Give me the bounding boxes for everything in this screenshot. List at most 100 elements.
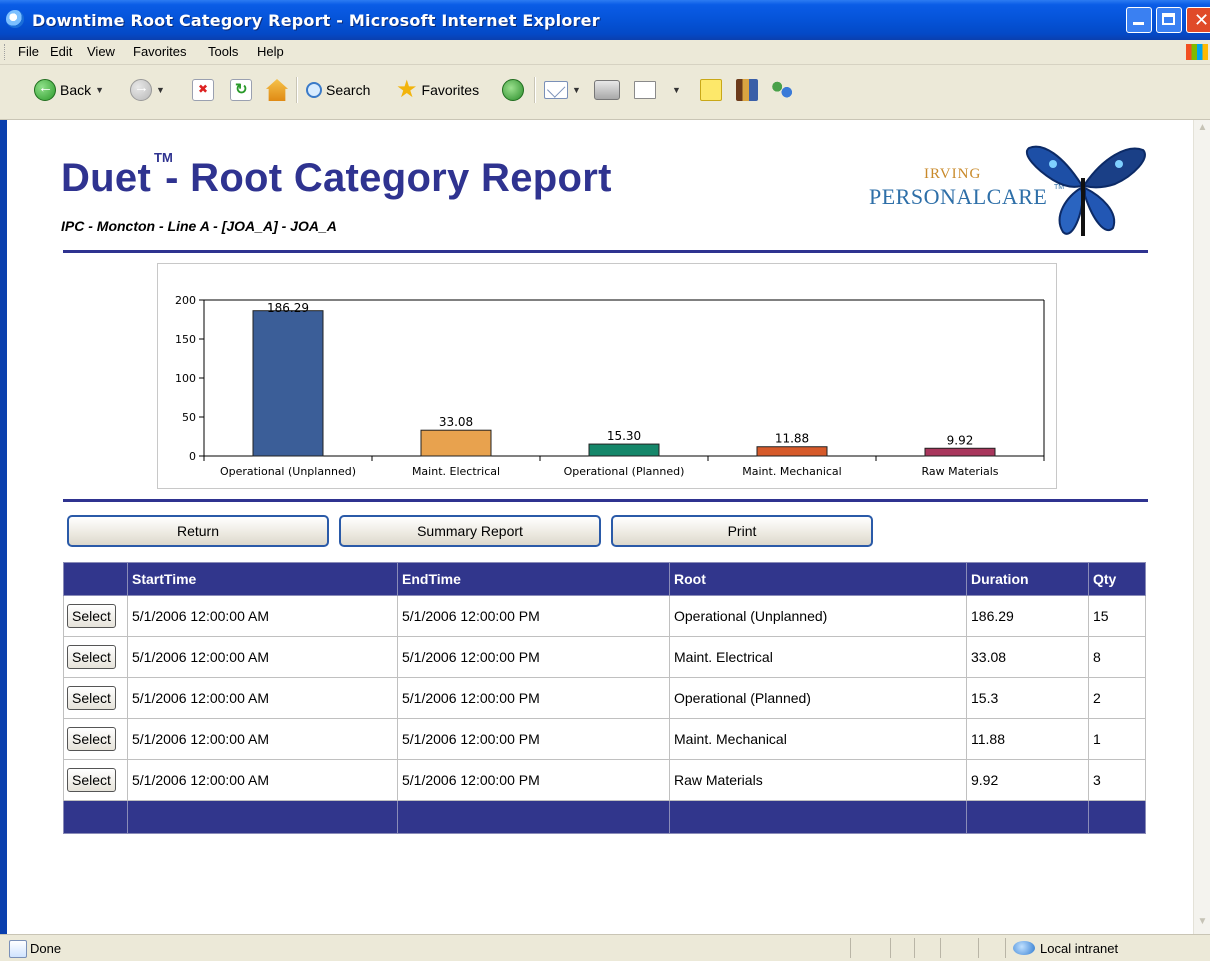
maximize-button[interactable] <box>1156 7 1182 33</box>
forward-button[interactable]: ▼ <box>130 77 165 103</box>
status-pane <box>914 938 915 958</box>
security-zone-label: Local intranet <box>1040 941 1119 956</box>
end-time-cell: 5/1/2006 12:00:00 PM <box>397 595 670 637</box>
refresh-icon <box>230 79 252 101</box>
table-row: Select 5/1/2006 12:00:00 AM 5/1/2006 12:… <box>63 677 1146 719</box>
end-time-cell: 5/1/2006 12:00:00 PM <box>397 677 670 719</box>
home-button[interactable] <box>266 77 288 103</box>
favorites-button[interactable]: ★ Favorites <box>396 77 479 103</box>
bar-value-label: 9.92 <box>947 433 974 447</box>
minimize-icon <box>1133 22 1144 25</box>
windows-logo-icon <box>1186 44 1208 60</box>
menu-bar: File Edit View Favorites Tools Help <box>0 40 1210 65</box>
vertical-scrollbar[interactable]: ▲ ▼ <box>1193 120 1210 934</box>
bar <box>756 446 828 457</box>
y-tick-label: 50 <box>182 411 196 424</box>
select-cell: Select <box>63 677 128 719</box>
notes-button[interactable] <box>700 77 722 103</box>
toolbar: Back ▼ ▼ Search ★ Favorites ▼ ▼ <box>0 65 1210 120</box>
chevron-down-icon[interactable]: ▼ <box>156 85 165 95</box>
return-button[interactable]: Return <box>67 515 329 547</box>
status-pane <box>940 938 941 958</box>
end-time-cell: 5/1/2006 12:00:00 PM <box>397 636 670 678</box>
bar-value-label: 15.30 <box>607 429 641 443</box>
toolbar-separator <box>534 77 536 103</box>
bar <box>924 447 996 457</box>
print-button[interactable]: Print <box>611 515 873 547</box>
start-time-cell: 5/1/2006 12:00:00 AM <box>127 677 398 719</box>
menu-tools[interactable]: Tools <box>208 44 238 59</box>
scroll-up-arrow-icon[interactable]: ▲ <box>1195 122 1210 138</box>
favorites-label: Favorites <box>421 82 480 98</box>
window-left-border <box>0 120 7 934</box>
y-tick-label: 150 <box>175 333 196 346</box>
table-header-row: StartTime EndTime Root Duration Qty <box>63 562 1146 596</box>
start-time-cell: 5/1/2006 12:00:00 AM <box>127 595 398 637</box>
history-button[interactable] <box>502 77 524 103</box>
footer-cell <box>63 800 128 834</box>
x-tick-label: Operational (Planned) <box>564 465 685 478</box>
column-header-endtime[interactable]: EndTime <box>397 562 670 596</box>
status-text: Done <box>30 941 62 956</box>
column-header-duration[interactable]: Duration <box>966 562 1089 596</box>
menu-file[interactable]: File <box>18 44 39 59</box>
root-cell: Operational (Unplanned) <box>669 595 967 637</box>
end-time-cell: 5/1/2006 12:00:00 PM <box>397 718 670 760</box>
duration-cell: 11.88 <box>966 718 1089 760</box>
footer-cell <box>966 800 1089 834</box>
menu-favorites[interactable]: Favorites <box>133 44 186 59</box>
chevron-down-icon[interactable]: ▼ <box>672 85 681 95</box>
bar-chart-svg: 0 50 100 150 200 186.29 Operational (Unplanned… <box>175 294 1045 478</box>
refresh-button[interactable] <box>230 77 252 103</box>
search-icon <box>306 82 322 98</box>
select-button[interactable]: Select <box>67 604 116 628</box>
mail-button[interactable]: ▼ <box>544 77 581 103</box>
star-icon: ★ <box>396 76 418 103</box>
trademark-mark: TM <box>154 150 173 165</box>
chevron-down-icon[interactable]: ▼ <box>95 85 104 95</box>
select-cell: Select <box>63 718 128 760</box>
select-button[interactable]: Select <box>67 686 116 710</box>
column-header-starttime[interactable]: StartTime <box>127 562 398 596</box>
bar <box>252 310 324 457</box>
close-icon: ✕ <box>1194 10 1210 31</box>
messenger-button[interactable] <box>770 77 794 103</box>
bar-value-label: 33.08 <box>439 415 473 429</box>
select-button[interactable]: Select <box>67 768 116 792</box>
scroll-down-arrow-icon[interactable]: ▼ <box>1195 916 1210 932</box>
stop-button[interactable] <box>192 77 214 103</box>
header-divider <box>63 250 1148 253</box>
qty-cell: 15 <box>1088 595 1146 637</box>
column-header-root[interactable]: Root <box>669 562 967 596</box>
start-time-cell: 5/1/2006 12:00:00 AM <box>127 718 398 760</box>
status-pane <box>850 938 851 958</box>
root-cell: Maint. Electrical <box>669 636 967 678</box>
menu-view[interactable]: View <box>87 44 115 59</box>
select-button[interactable]: Select <box>67 727 116 751</box>
close-button[interactable]: ✕ <box>1186 7 1210 33</box>
select-button[interactable]: Select <box>67 645 116 669</box>
root-cell: Operational (Planned) <box>669 677 967 719</box>
column-header-qty[interactable]: Qty <box>1088 562 1146 596</box>
x-tick-label: Operational (Unplanned) <box>220 465 356 478</box>
research-button[interactable] <box>736 77 758 103</box>
back-button[interactable]: Back ▼ <box>34 77 104 103</box>
x-tick-label: Raw Materials <box>921 465 998 478</box>
search-button[interactable]: Search <box>306 77 370 103</box>
word-edit-icon <box>634 81 656 99</box>
back-arrow-icon <box>34 79 56 101</box>
menu-edit[interactable]: Edit <box>50 44 72 59</box>
menu-help[interactable]: Help <box>257 44 284 59</box>
edit-button[interactable]: ▼ <box>634 77 681 103</box>
footer-cell <box>397 800 670 834</box>
intranet-zone-icon <box>1013 941 1035 955</box>
home-icon <box>266 79 288 101</box>
status-bar: Done Local intranet <box>0 934 1210 961</box>
y-tick-label: 200 <box>175 294 196 307</box>
minimize-button[interactable] <box>1126 7 1152 33</box>
page-done-icon <box>9 940 27 958</box>
summary-report-button[interactable]: Summary Report <box>339 515 601 547</box>
history-icon <box>502 79 524 101</box>
chevron-down-icon[interactable]: ▼ <box>572 85 581 95</box>
print-toolbar-button[interactable] <box>594 77 620 103</box>
